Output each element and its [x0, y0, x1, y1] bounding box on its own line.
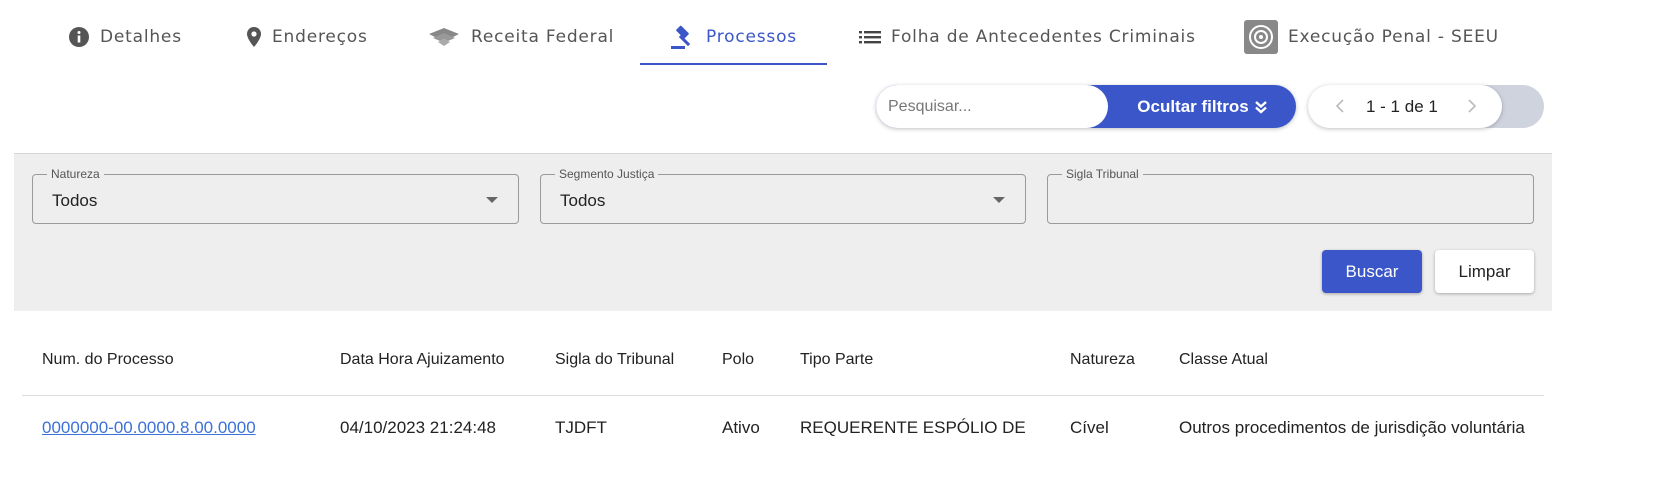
tab-label: Endereços	[272, 27, 368, 47]
receita-federal-icon	[429, 28, 459, 46]
table-cell: 04/10/2023 21:24:48	[340, 418, 496, 437]
toggle-filters-label: Ocultar filtros	[1137, 96, 1249, 116]
dropdown-arrow-icon	[486, 197, 498, 203]
column-header[interactable]: Polo	[722, 351, 754, 369]
column-header[interactable]: Classe Atual	[1179, 351, 1268, 369]
tab-bar: Detalhes Endereços Receita Federal Proce…	[0, 0, 1665, 70]
column-header[interactable]: Data Hora Ajuizamento	[340, 351, 505, 369]
natureza-value: Todos	[52, 191, 98, 210]
info-icon	[69, 27, 89, 47]
tab-label: Folha de Antecedentes Criminais	[891, 27, 1196, 47]
tab-execucao-penal[interactable]: Execução Penal - SEEU	[1244, 20, 1499, 54]
tab-label: Detalhes	[100, 27, 182, 47]
toggle-filters-button[interactable]: Ocultar filtros	[1108, 85, 1296, 128]
column-header[interactable]: Tipo Parte	[800, 351, 873, 369]
process-number-link[interactable]: 0000000-00.0000.8.00.0000	[42, 418, 256, 438]
tab-label: Processos	[706, 27, 797, 47]
natureza-select[interactable]: Natureza Todos	[32, 167, 519, 224]
table-cell: REQUERENTE ESPÓLIO DE	[800, 418, 1026, 437]
active-tab-indicator	[640, 63, 827, 65]
next-page-button[interactable]	[1460, 94, 1484, 118]
column-header[interactable]: Num. do Processo	[42, 351, 174, 369]
tab-processos[interactable]: Processos	[670, 22, 797, 52]
table-cell: Ativo	[722, 418, 760, 437]
tab-label: Receita Federal	[471, 27, 615, 47]
clear-button[interactable]: Limpar	[1435, 250, 1534, 293]
previous-page-button[interactable]	[1328, 94, 1352, 118]
segmento-justica-label: Segmento Justiça	[555, 167, 659, 181]
segmento-justica-select[interactable]: Segmento Justiça Todos	[540, 167, 1026, 224]
search-button[interactable]: Buscar	[1322, 250, 1422, 293]
segmento-justica-value: Todos	[560, 191, 606, 210]
sigla-tribunal-label: Sigla Tribunal	[1062, 167, 1143, 181]
list-icon	[859, 31, 881, 44]
pagination-label: 1 - 1 de 1	[1366, 97, 1438, 116]
tab-enderecos[interactable]: Endereços	[246, 22, 368, 52]
location-pin-icon	[247, 27, 261, 47]
seeu-icon	[1244, 20, 1278, 54]
dropdown-arrow-icon	[993, 197, 1005, 203]
table-cell: TJDFT	[555, 418, 607, 437]
column-header[interactable]: Sigla do Tribunal	[555, 351, 674, 369]
gavel-icon	[671, 25, 691, 49]
sigla-tribunal-field[interactable]: Sigla Tribunal	[1047, 167, 1534, 224]
tab-receita-federal[interactable]: Receita Federal	[427, 22, 614, 52]
filter-panel: Natureza Todos Segmento Justiça Todos Si…	[14, 153, 1552, 311]
table-cell: Cível	[1070, 418, 1109, 437]
tab-detalhes[interactable]: Detalhes	[68, 22, 182, 52]
table-divider	[22, 395, 1544, 396]
search-input[interactable]	[876, 85, 1108, 128]
column-header[interactable]: Natureza	[1070, 351, 1135, 369]
double-chevron-down-icon	[1254, 100, 1267, 114]
tab-folha-antecedentes[interactable]: Folha de Antecedentes Criminais	[859, 22, 1196, 52]
tab-label: Execução Penal - SEEU	[1288, 27, 1499, 47]
search-bar: Ocultar filtros	[876, 85, 1296, 128]
chevron-left-icon	[1335, 99, 1344, 113]
natureza-label: Natureza	[47, 167, 104, 181]
table-cell: Outros procedimentos de jurisdição volun…	[1179, 418, 1525, 437]
chevron-right-icon	[1468, 99, 1477, 113]
pagination: 1 - 1 de 1	[1308, 85, 1502, 128]
